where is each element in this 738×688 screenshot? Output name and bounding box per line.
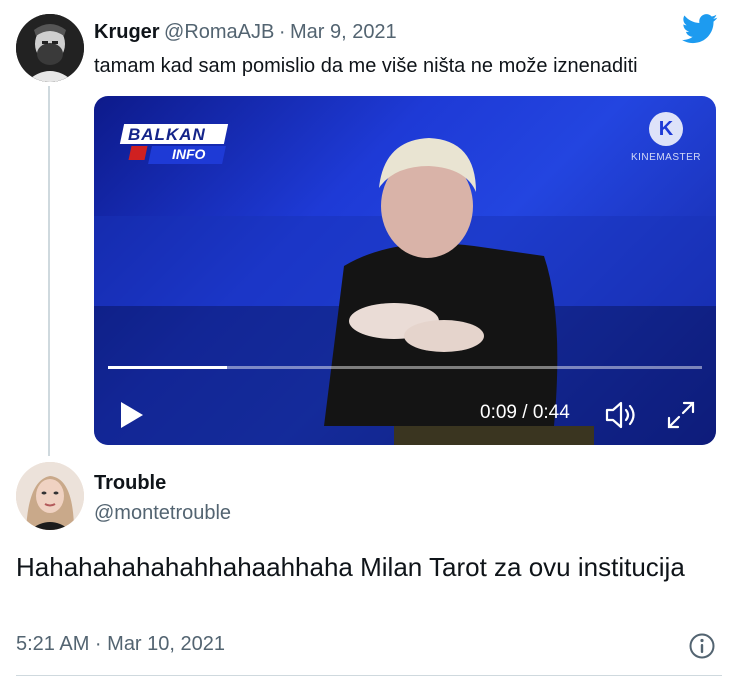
fullscreen-icon[interactable]	[666, 400, 696, 430]
thread-line	[48, 86, 50, 456]
info-icon[interactable]	[688, 632, 716, 660]
tweet1-display-name[interactable]: Kruger	[94, 21, 160, 43]
volume-icon[interactable]	[604, 399, 638, 431]
play-icon[interactable]	[118, 400, 146, 430]
progress-fill	[108, 366, 227, 369]
logo-bottom-text: INFO	[172, 146, 206, 162]
tweet1-text: tamam kad sam pomislio da me više ništa …	[94, 55, 638, 77]
tweet1-separator: ·	[278, 21, 286, 43]
logo-top-text: BALKAN	[128, 125, 206, 144]
tweet1-header: Kruger @RomaAJB · Mar 9, 2021	[94, 21, 397, 44]
kinemaster-watermark: K KINEMASTER	[628, 112, 704, 172]
reply-handle[interactable]: @montetrouble	[94, 502, 231, 525]
kinemaster-letter: K	[649, 112, 683, 146]
divider	[16, 675, 722, 676]
video-player[interactable]: BALKAN INFO K KINEMASTER 0:09 / 0:44	[94, 96, 716, 445]
trouble-avatar[interactable]	[16, 462, 84, 530]
tweet1-date[interactable]: Mar 9, 2021	[290, 21, 397, 43]
twitter-logo-icon[interactable]	[681, 14, 718, 44]
video-time: 0:09 / 0:44	[480, 402, 570, 423]
kinemaster-label: KINEMASTER	[630, 152, 701, 163]
reply-display-name[interactable]: Trouble	[94, 472, 166, 495]
balkan-info-logo: BALKAN INFO	[119, 124, 229, 166]
reply-text: Hahahahahahahhahaahhaha Milan Tarot za o…	[16, 552, 685, 582]
reply-timestamp[interactable]: 5:21 AM · Mar 10, 2021	[16, 633, 225, 656]
tweet1-handle[interactable]: @RomaAJB	[164, 21, 274, 43]
kruger-avatar[interactable]	[16, 14, 84, 82]
